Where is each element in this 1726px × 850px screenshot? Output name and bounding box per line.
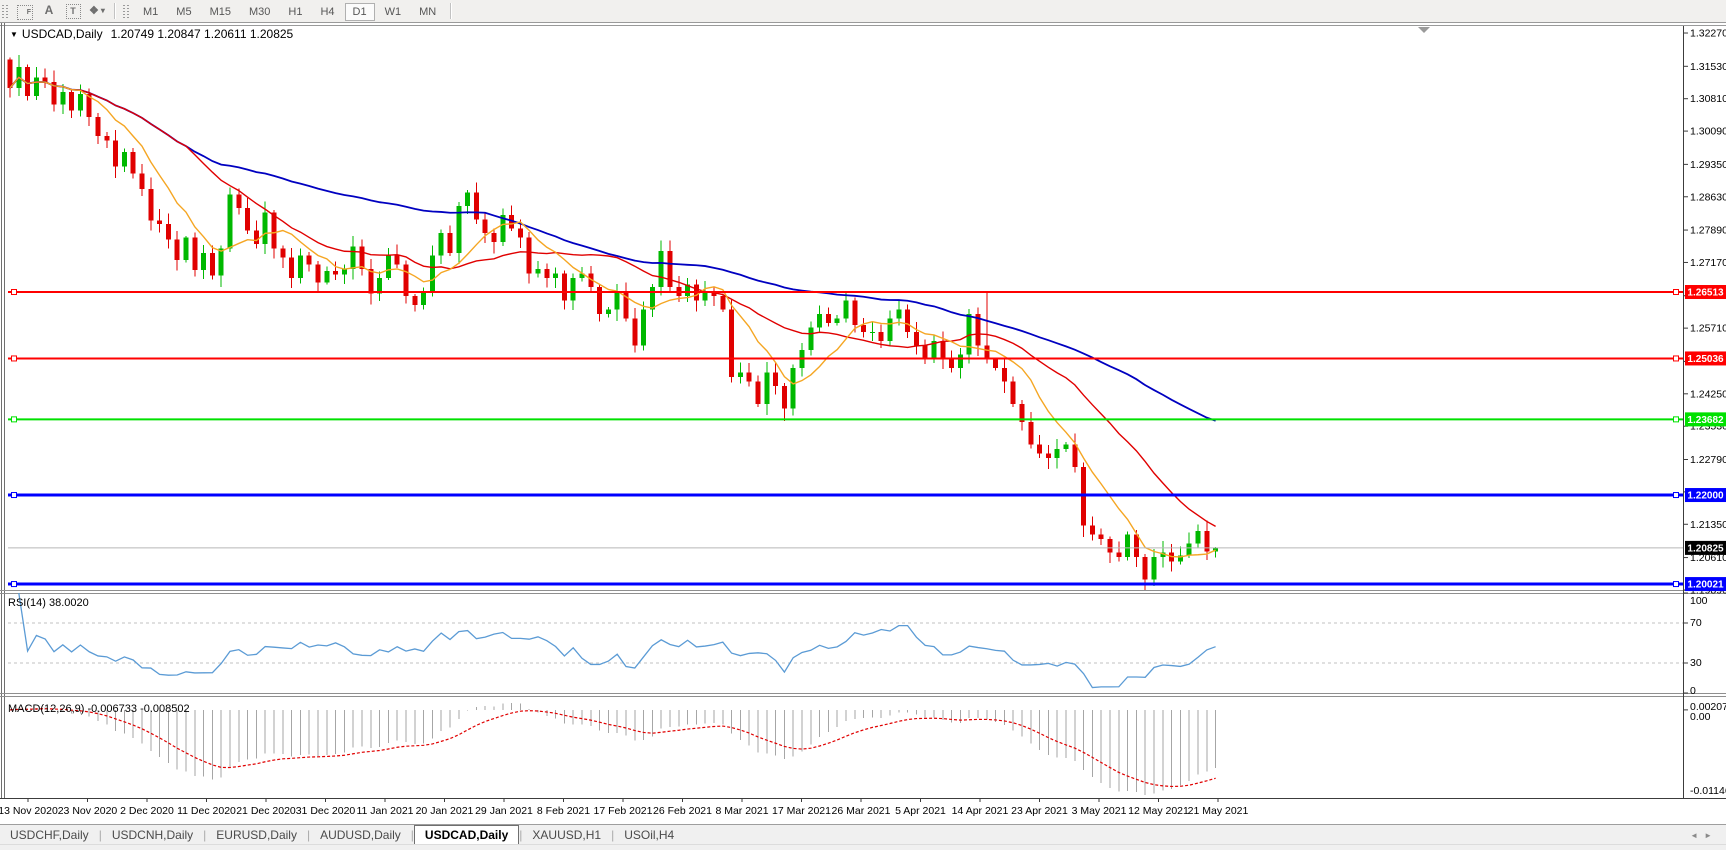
level-price-tag: 1.22000: [1685, 488, 1726, 503]
svg-text:2 Dec 2020: 2 Dec 2020: [120, 805, 174, 817]
tab-audusd-daily[interactable]: AUDUSD,Daily: [310, 826, 411, 844]
bottom-strip: [0, 844, 1726, 850]
svg-text:1.23682: 1.23682: [1687, 415, 1724, 426]
svg-text:1.25710: 1.25710: [1690, 323, 1726, 335]
tab-usdcnh-daily[interactable]: USDCNH,Daily: [102, 826, 203, 844]
svg-text:23 Nov 2020: 23 Nov 2020: [58, 805, 118, 817]
toolbar-separator: [114, 3, 116, 19]
svg-text:1.32270: 1.32270: [1690, 28, 1726, 40]
svg-text:21 May 2021: 21 May 2021: [1188, 805, 1249, 817]
svg-text:8 Feb 2021: 8 Feb 2021: [537, 805, 590, 817]
svg-text:20 Jan 2021: 20 Jan 2021: [416, 805, 474, 817]
svg-text:1.25036: 1.25036: [1687, 354, 1724, 365]
svg-text:29 Jan 2021: 29 Jan 2021: [475, 805, 533, 817]
tab-usdcad-daily[interactable]: USDCAD,Daily: [413, 825, 520, 845]
macd-indicator-label: MACD(12,26,9) -0.006733 -0.008502: [8, 703, 190, 715]
svg-text:1.30810: 1.30810: [1690, 93, 1726, 105]
toolbar-grip-icon[interactable]: [2, 4, 9, 18]
svg-text:1.24250: 1.24250: [1690, 388, 1726, 400]
tf-button-h4[interactable]: H4: [312, 3, 342, 21]
toolbar-separator: [450, 3, 453, 19]
svg-text:1.28630: 1.28630: [1690, 191, 1726, 203]
timeframe-button-group: M1 M5 M15 M30 H1 H4 D1 W1 MN: [134, 2, 445, 21]
svg-text:1.21350: 1.21350: [1690, 519, 1726, 531]
svg-text:30: 30: [1690, 657, 1702, 669]
svg-text:0: 0: [1690, 685, 1696, 697]
svg-text:1.22790: 1.22790: [1690, 454, 1726, 466]
svg-text:17 Feb 2021: 17 Feb 2021: [594, 805, 653, 817]
level-price-tag: 1.23682: [1685, 412, 1726, 427]
tf-button-m30[interactable]: M30: [241, 3, 278, 21]
svg-text:8 Mar 2021: 8 Mar 2021: [715, 805, 768, 817]
svg-text:21 Dec 2020: 21 Dec 2020: [236, 805, 296, 817]
objects-arrows-icon[interactable]: ❖ ▾: [85, 1, 109, 19]
rsi-indicator-label: RSI(14) 38.0020: [8, 597, 89, 609]
svg-text:23 Apr 2021: 23 Apr 2021: [1011, 805, 1068, 817]
toolbar-icon-group: F A T ❖ ▾: [13, 1, 109, 22]
svg-text:26 Mar 2021: 26 Mar 2021: [832, 805, 891, 817]
svg-text:-0.011462: -0.011462: [1690, 785, 1726, 797]
svg-text:1.26513: 1.26513: [1687, 288, 1724, 299]
crosshair-grid-icon[interactable]: F: [13, 3, 37, 21]
tab-usdchf-daily[interactable]: USDCHF,Daily: [0, 826, 99, 844]
toolbar: F A T ❖ ▾ M1 M5 M15 M30 H1 H4 D1 W1 MN: [0, 0, 1726, 23]
svg-text:1.29350: 1.29350: [1690, 159, 1726, 171]
tf-button-h1[interactable]: H1: [280, 3, 310, 21]
symbol-dropdown-icon[interactable]: ▼: [10, 30, 18, 39]
tf-button-m1[interactable]: M1: [135, 3, 166, 21]
svg-text:13 Nov 2020: 13 Nov 2020: [0, 805, 58, 817]
insert-text-icon[interactable]: A: [37, 1, 61, 19]
tf-button-mn[interactable]: MN: [411, 3, 444, 21]
text-label-icon[interactable]: T: [61, 2, 85, 20]
level-price-tag: 1.25036: [1685, 351, 1726, 366]
level-price-tag: 1.26513: [1685, 285, 1726, 300]
svg-text:5 Apr 2021: 5 Apr 2021: [895, 805, 946, 817]
toolbar-grip-icon[interactable]: [123, 4, 130, 18]
svg-text:3 May 2021: 3 May 2021: [1072, 805, 1127, 817]
chart-frame: [0, 22, 1726, 799]
svg-text:1.31530: 1.31530: [1690, 61, 1726, 73]
svg-text:12 May 2021: 12 May 2021: [1128, 805, 1189, 817]
svg-text:70: 70: [1690, 617, 1702, 629]
tab-xauusd-h1[interactable]: XAUUSD,H1: [522, 826, 611, 844]
symbol-label: USDCAD,Daily: [21, 27, 103, 41]
tab-scroll-arrows[interactable]: ◄►: [1690, 831, 1718, 840]
current-price-tag: 1.20825: [1685, 540, 1726, 555]
level-price-tag: 1.20021: [1685, 577, 1726, 592]
svg-text:0.00: 0.00: [1690, 711, 1711, 723]
ohlc-values: 1.20749 1.20847 1.20611 1.20825: [110, 27, 294, 41]
svg-text:1.20825: 1.20825: [1687, 543, 1724, 554]
time-axis[interactable]: 13 Nov 2020 23 Nov 2020 2 Dec 2020 11 Dec 2…: [0, 799, 1249, 817]
chart-canvas[interactable]: 1.32270 1.31530 1.30810 1.30090 1.29350 1.286…: [0, 0, 1726, 824]
svg-text:31 Dec 2020: 31 Dec 2020: [296, 805, 356, 817]
svg-text:1.30090: 1.30090: [1690, 126, 1726, 138]
chart-tab-bar: USDCHF,Daily | USDCNH,Daily | EURUSD,Daily | A…: [0, 824, 1726, 845]
tf-button-w1[interactable]: W1: [377, 3, 410, 21]
svg-text:17 Mar 2021: 17 Mar 2021: [772, 805, 831, 817]
symbol-title[interactable]: ▼ USDCAD,Daily 1.20749 1.20847 1.20611 1.2…: [10, 27, 293, 41]
tab-eurusd-daily[interactable]: EURUSD,Daily: [206, 826, 307, 844]
tf-button-m5[interactable]: M5: [168, 3, 199, 21]
tab-usoil-h4[interactable]: USOil,H4: [614, 826, 684, 844]
svg-text:1.20021: 1.20021: [1687, 580, 1724, 591]
svg-text:1.22000: 1.22000: [1687, 491, 1724, 502]
svg-text:11 Jan 2021: 11 Jan 2021: [356, 805, 413, 817]
svg-text:11 Dec 2020: 11 Dec 2020: [177, 805, 236, 817]
tabs-holder: USDCHF,Daily | USDCNH,Daily | EURUSD,Daily | A…: [0, 825, 684, 845]
tf-button-d1[interactable]: D1: [344, 2, 375, 21]
svg-text:14 Apr 2021: 14 Apr 2021: [952, 805, 1009, 817]
svg-text:1.27170: 1.27170: [1690, 257, 1726, 269]
svg-text:1.27890: 1.27890: [1690, 225, 1726, 237]
svg-text:26 Feb 2021: 26 Feb 2021: [653, 805, 712, 817]
tf-button-m15[interactable]: M15: [202, 3, 239, 21]
svg-text:100: 100: [1690, 595, 1708, 607]
